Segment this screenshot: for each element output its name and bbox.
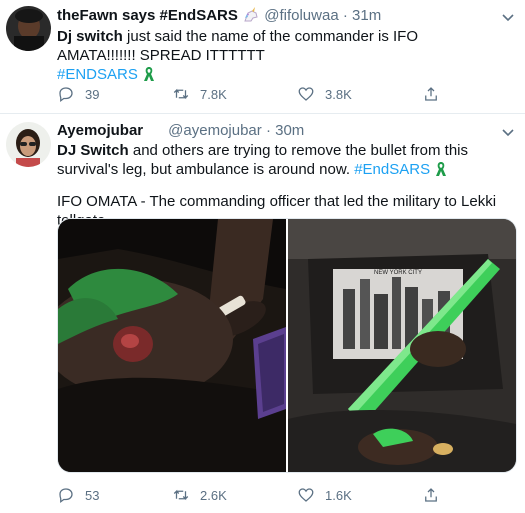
reply-count: 53 [85,487,100,503]
like-button[interactable]: 3.8K [297,84,352,104]
like-count: 3.8K [325,86,352,102]
timestamp[interactable]: 30m [275,122,304,139]
media-grid[interactable]: NEW YORK CITY [57,218,517,473]
hashtag-link[interactable]: #EndSARS [354,161,430,178]
hashtag-link[interactable]: #ENDSARS [57,66,138,83]
avatar[interactable] [6,122,51,167]
retweet-count: 2.6K [200,487,227,503]
shirt-print-text: NEW YORK CITY [374,270,422,276]
tweet-text: DJ Switch and others are trying to remov… [57,141,517,182]
share-icon [425,87,437,101]
retweet-icon [173,489,189,501]
share-button[interactable] [422,84,440,104]
chevron-down-icon[interactable] [500,124,516,140]
retweet-button[interactable]: 7.8K [172,84,227,104]
reply-icon [59,87,73,103]
retweet-icon [173,88,189,100]
separator-dot: · [342,7,348,24]
tweet-header: theFawn says #EndSARS @fifoluwaa · 31m [57,6,381,29]
reply-button[interactable]: 39 [57,84,99,104]
mention-bold: DJ Switch [57,142,129,159]
handle[interactable]: @ayemojubar [168,122,262,139]
tweet-1[interactable]: theFawn says #EndSARS @fifoluwaa · 31m D… [0,0,525,114]
tweet-text: Dj switch just said the name of the comm… [57,27,497,87]
attached-photo-right[interactable]: NEW YORK CITY [288,219,516,472]
reply-icon [59,488,73,504]
display-name[interactable]: theFawn says #EndSARS [57,7,238,24]
handle[interactable]: @fifoluwaa [264,7,338,24]
tweet-2[interactable]: Ayemojubar @ayemojubar · 30m DJ Switch a… [0,114,525,513]
reply-count: 39 [85,86,100,102]
retweet-button[interactable]: 2.6K [172,485,227,505]
like-button[interactable]: 1.6K [297,485,352,505]
attached-photo-left[interactable] [58,219,286,472]
display-name[interactable]: Ayemojubar [57,122,143,139]
green-ribbon-icon [434,161,448,182]
mention-bold: Dj switch [57,28,123,45]
share-button[interactable] [422,485,440,505]
chevron-down-icon[interactable] [500,9,516,25]
like-icon [298,488,314,502]
avatar[interactable] [6,6,51,51]
reply-button[interactable]: 53 [57,485,99,505]
tweet-actions: 53 2.6K 1.6K [57,485,457,505]
tweet-header: Ayemojubar @ayemojubar · 30m [57,121,304,141]
timestamp[interactable]: 31m [352,7,381,24]
retweet-count: 7.8K [200,86,227,102]
like-count: 1.6K [325,487,352,503]
share-icon [425,488,437,502]
unicorn-emoji-icon [242,7,260,29]
like-icon [298,87,314,101]
separator-dot: · [265,122,271,139]
tweet-actions: 39 7.8K 3.8K [57,84,457,104]
